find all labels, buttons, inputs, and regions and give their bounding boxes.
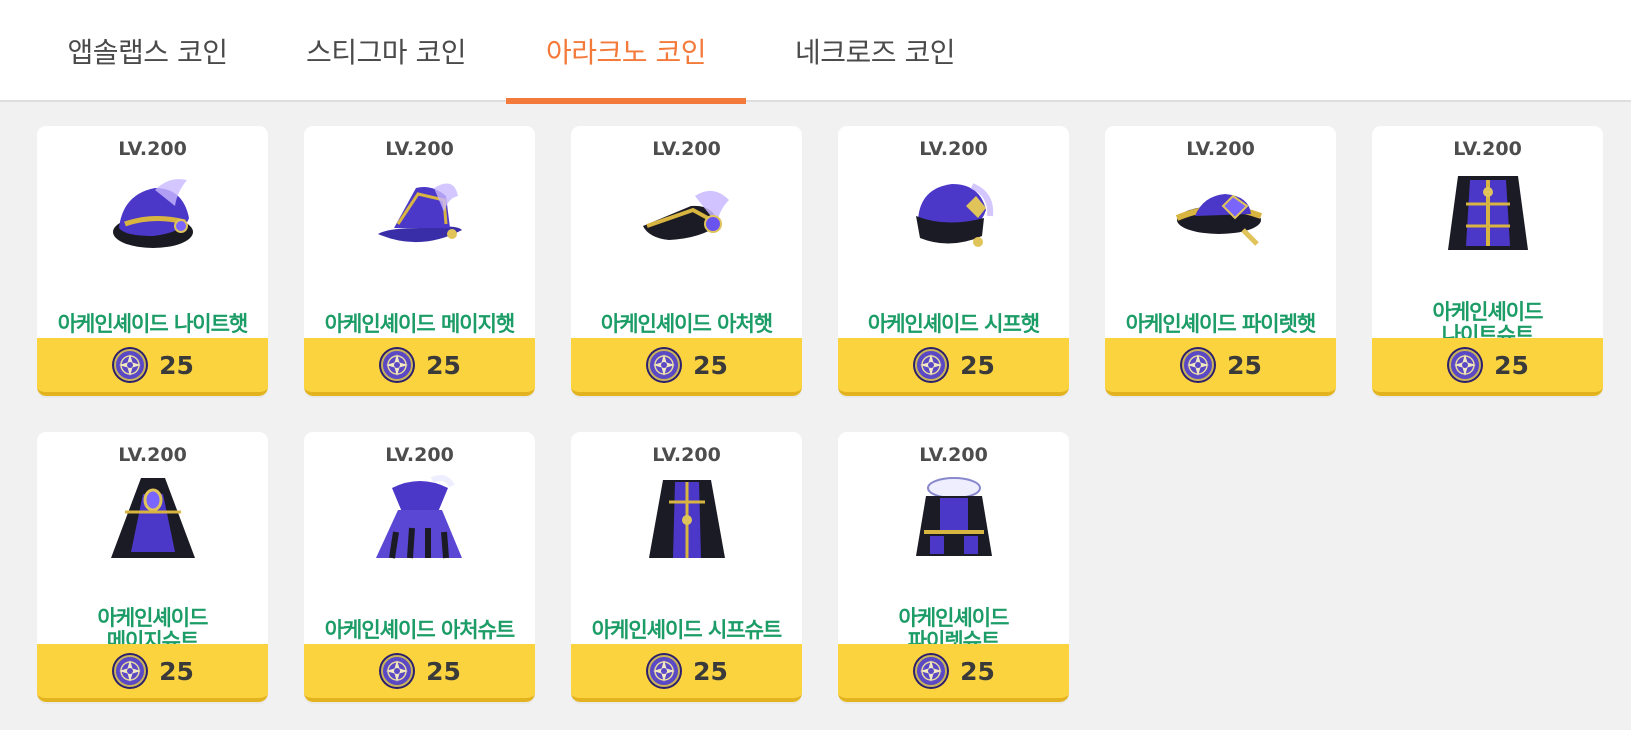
tab-necrose-coin[interactable]: 네크로즈 코인 (765, 0, 985, 102)
price-amount: 25 (693, 350, 728, 380)
archer-hat-icon (640, 188, 731, 242)
price-button[interactable]: 25 (571, 338, 802, 396)
price-amount: 25 (693, 656, 728, 686)
price-button[interactable]: 25 (37, 644, 268, 702)
item-level: LV.200 (652, 138, 721, 160)
price-amount: 25 (159, 656, 194, 686)
arcane-coin-icon (378, 346, 417, 384)
price-button[interactable]: 25 (37, 338, 268, 396)
price-button[interactable]: 25 (304, 338, 535, 396)
item-level: LV.200 (919, 138, 988, 160)
item-level: LV.200 (118, 444, 187, 466)
price-amount: 25 (1227, 350, 1262, 380)
tab-stigma-coin[interactable]: 스티그마 코인 (275, 0, 497, 102)
item-level: LV.200 (118, 138, 187, 160)
arcane-coin-icon (1446, 346, 1485, 384)
item-level: LV.200 (1186, 138, 1255, 160)
thief-hat-icon (906, 166, 1002, 262)
pirate-suit-icon (913, 476, 994, 558)
price-amount: 25 (426, 350, 461, 380)
item-card[interactable]: LV.200 아케인셰이드 아처슈트 25 (304, 432, 535, 702)
item-card[interactable]: LV.200 아케인셰이드 시프햇 25 (838, 126, 1069, 396)
arcane-coin-icon (645, 346, 684, 384)
arcane-coin-icon (111, 652, 150, 690)
arcane-coin-icon (912, 346, 951, 384)
tab-absolab-coin[interactable]: 앱솔랩스 코인 (40, 0, 255, 102)
arcane-coin-icon (378, 652, 417, 690)
item-card[interactable]: LV.200 아케인셰이드 나이트슈트 25 (1372, 126, 1603, 396)
item-level: LV.200 (385, 138, 454, 160)
item-level: LV.200 (652, 444, 721, 466)
item-card[interactable]: LV.200 아케인셰이드 파이렛슈트 25 (838, 432, 1069, 702)
archer-suit-icon (372, 472, 468, 568)
arcane-coin-icon (912, 652, 951, 690)
mage-suit-icon (109, 476, 196, 560)
price-amount: 25 (960, 656, 995, 686)
pirate-hat-icon (1173, 166, 1269, 262)
knight-hat-icon (105, 166, 201, 262)
price-amount: 25 (1494, 350, 1529, 380)
item-level: LV.200 (919, 444, 988, 466)
item-card[interactable]: LV.200 아케인셰이드 시프슈트 25 (571, 432, 802, 702)
coin-tab-bar: 앱솔랩스 코인 스티그마 코인 아라크노 코인 네크로즈 코인 (0, 0, 1631, 104)
item-card[interactable]: LV.200 아케인셰이드 메이지슈트 25 (37, 432, 268, 702)
item-card[interactable]: LV.200 아케인셰이드 나이트햇 25 (37, 126, 268, 396)
price-amount: 25 (960, 350, 995, 380)
thief-suit-icon (647, 478, 726, 560)
item-card[interactable]: LV.200 아케인셰이드 파이렛햇 25 (1105, 126, 1336, 396)
knight-suit-icon (1445, 174, 1530, 252)
item-level: LV.200 (385, 444, 454, 466)
mage-hat-icon (376, 182, 463, 244)
price-amount: 25 (159, 350, 194, 380)
arcane-coin-icon (111, 346, 150, 384)
item-level: LV.200 (1453, 138, 1522, 160)
price-button[interactable]: 25 (1372, 338, 1603, 396)
arcane-coin-icon (645, 652, 684, 690)
tab-arachno-coin[interactable]: 아라크노 코인 (506, 0, 746, 104)
price-button[interactable]: 25 (1105, 338, 1336, 396)
price-amount: 25 (426, 656, 461, 686)
price-button[interactable]: 25 (838, 644, 1069, 702)
item-card[interactable]: LV.200 아케인셰이드 아처햇 25 (571, 126, 802, 396)
price-button[interactable]: 25 (304, 644, 535, 702)
arcane-coin-icon (1179, 346, 1218, 384)
price-button[interactable]: 25 (571, 644, 802, 702)
price-button[interactable]: 25 (838, 338, 1069, 396)
item-card[interactable]: LV.200 아케인셰이드 메이지햇 25 (304, 126, 535, 396)
